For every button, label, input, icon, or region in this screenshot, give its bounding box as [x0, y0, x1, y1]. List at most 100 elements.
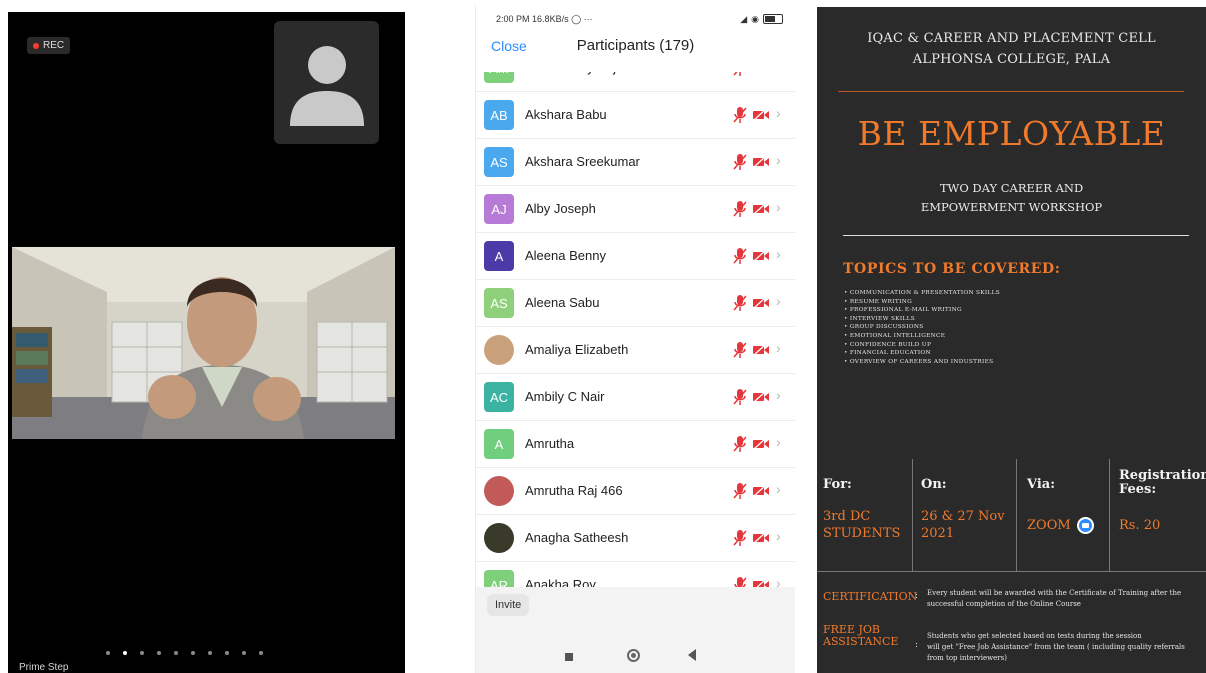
page-dot[interactable] [191, 651, 195, 655]
chevron-right-icon[interactable]: › [776, 481, 781, 497]
participant-photo [484, 476, 514, 506]
organizer-line-1: IQAC & CAREER AND PLACEMENT CELL [867, 31, 1156, 46]
page-dot[interactable] [123, 651, 127, 655]
speaker-video-frame [12, 247, 395, 439]
video-off-icon [753, 532, 769, 544]
recents-icon[interactable] [565, 653, 573, 661]
mic-muted-icon [733, 295, 747, 311]
participant-row[interactable]: A Amrutha › [476, 421, 795, 468]
free-job-text-3: from top interviewers) [927, 654, 1007, 662]
participant-row[interactable]: AR Anakha Roy › [476, 562, 795, 587]
invite-button[interactable]: Invite [487, 594, 530, 616]
participant-row[interactable]: AM Aileen Mary Saju › [476, 72, 795, 92]
topics-list: • COMMUNICATION & PRESENTATION SKILLS • R… [844, 289, 1000, 366]
page-dot[interactable] [157, 651, 161, 655]
chevron-right-icon[interactable]: › [776, 246, 781, 262]
chevron-right-icon[interactable]: › [776, 575, 781, 587]
home-icon[interactable] [627, 649, 640, 662]
topic-item: • CONFIDENCE BUILD UP [844, 341, 932, 348]
mic-muted-icon [733, 342, 747, 358]
participant-row[interactable]: AJ Alby Joseph › [476, 186, 795, 233]
user-avatar-icon [290, 46, 364, 126]
free-job-label: FREE JOB ASSISTANCE [823, 624, 898, 648]
participant-avatar: AS [484, 288, 514, 318]
participant-row[interactable]: A Aleena Benny › [476, 233, 795, 280]
participant-photo [484, 335, 514, 365]
status-right: ◢ ◉ [740, 14, 783, 25]
mic-muted-icon [733, 107, 747, 123]
mic-muted-icon [733, 201, 747, 217]
participant-name: Ambily C Nair [525, 389, 605, 404]
status-speed: 16.8KB/s [532, 13, 569, 24]
for-value: 3rd DC STUDENTS [823, 508, 900, 542]
on-value: 26 & 27 Nov 2021 [921, 508, 1005, 542]
chevron-right-icon[interactable]: › [776, 105, 781, 121]
chevron-right-icon[interactable]: › [776, 293, 781, 309]
for-label: For: [823, 477, 852, 492]
participant-name-tag: Prime Step [19, 662, 69, 673]
participants-header: Close Participants (179) [476, 33, 795, 63]
participant-row[interactable]: Anagha Satheesh › [476, 515, 795, 562]
free-job-text: Students who get selected based on tests… [927, 631, 1185, 664]
wifi-icon: ◉ [751, 13, 759, 24]
poster-subtitle: TWO DAY CAREER AND EMPOWERMENT WORKSHOP [817, 179, 1206, 217]
self-video-tile[interactable] [274, 21, 379, 144]
fees-label-line-2: Fees: [1119, 482, 1157, 497]
topic-item: • OVERVIEW OF CAREERS AND INDUSTRIES [844, 358, 994, 365]
participant-row[interactable]: AS Aleena Sabu › [476, 280, 795, 327]
chevron-right-icon[interactable]: › [776, 340, 781, 356]
page-dot[interactable] [259, 651, 263, 655]
chevron-right-icon[interactable]: › [776, 199, 781, 215]
video-off-icon [753, 438, 769, 450]
chevron-right-icon[interactable]: › [776, 434, 781, 450]
page-dot[interactable] [140, 651, 144, 655]
participant-avatar: AM [484, 72, 514, 83]
participant-row[interactable]: Amrutha Raj 466 › [476, 468, 795, 515]
divider [838, 91, 1184, 92]
subtitle-line-1: TWO DAY CAREER AND [939, 181, 1084, 195]
video-off-icon [753, 250, 769, 262]
back-icon[interactable] [688, 649, 696, 661]
android-nav-bar [476, 635, 795, 673]
video-off-icon [753, 579, 769, 587]
participant-name: Aleena Sabu [525, 295, 600, 310]
zoom-video-view: REC Prime Step [8, 12, 405, 673]
via-label: Via: [1027, 477, 1056, 492]
subtitle-line-2: EMPOWERMENT WORKSHOP [920, 200, 1103, 214]
participant-row[interactable]: Amaliya Elizabeth › [476, 327, 795, 374]
participant-name: Alby Joseph [525, 201, 596, 216]
participants-footer: Invite [476, 587, 795, 673]
page-dot[interactable] [174, 651, 178, 655]
event-poster: IQAC & CAREER AND PLACEMENT CELL ALPHONS… [817, 7, 1206, 673]
participant-name: Amrutha Raj 466 [525, 483, 623, 498]
page-indicator[interactable] [106, 651, 263, 655]
participant-avatar: AR [484, 570, 514, 587]
chevron-right-icon[interactable]: › [776, 528, 781, 544]
free-job-colon: : [915, 640, 919, 650]
participant-row[interactable]: AB Akshara Babu › [476, 92, 795, 139]
zoom-camera-icon [1076, 517, 1094, 534]
page-dot[interactable] [225, 651, 229, 655]
topic-item: • PROFESSIONAL E-MAIL WRITING [844, 307, 962, 314]
participant-row[interactable]: AC Ambily C Nair › [476, 374, 795, 421]
page-dot[interactable] [208, 651, 212, 655]
poster-organizer: IQAC & CAREER AND PLACEMENT CELL ALPHONS… [817, 28, 1206, 70]
chevron-right-icon[interactable]: › [776, 387, 781, 403]
chevron-right-icon[interactable]: › [776, 152, 781, 168]
page-dot[interactable] [242, 651, 246, 655]
page-dot[interactable] [106, 651, 110, 655]
participant-list[interactable]: AM Aileen Mary Saju › AB Akshara Babu › AS Aksh… [476, 72, 795, 587]
on-value-line-1: 26 & 27 Nov [921, 509, 1005, 524]
record-dot-icon [33, 42, 39, 49]
participant-name: Aleena Benny [525, 248, 606, 263]
fees-label: Registration Fees: [1119, 469, 1206, 497]
participant-row[interactable]: AS Akshara Sreekumar › [476, 139, 795, 186]
chevron-right-icon[interactable]: › [776, 72, 781, 74]
recording-indicator: REC [27, 37, 71, 54]
mic-muted-icon [733, 530, 747, 546]
participant-avatar: A [484, 429, 514, 459]
via-value: ZOOM [1027, 517, 1094, 534]
status-bar: 2:00 PM 16.8KB/s ◯ ··· ◢ ◉ [476, 5, 795, 33]
active-speaker-video[interactable] [12, 247, 395, 439]
mic-muted-icon [733, 436, 747, 452]
